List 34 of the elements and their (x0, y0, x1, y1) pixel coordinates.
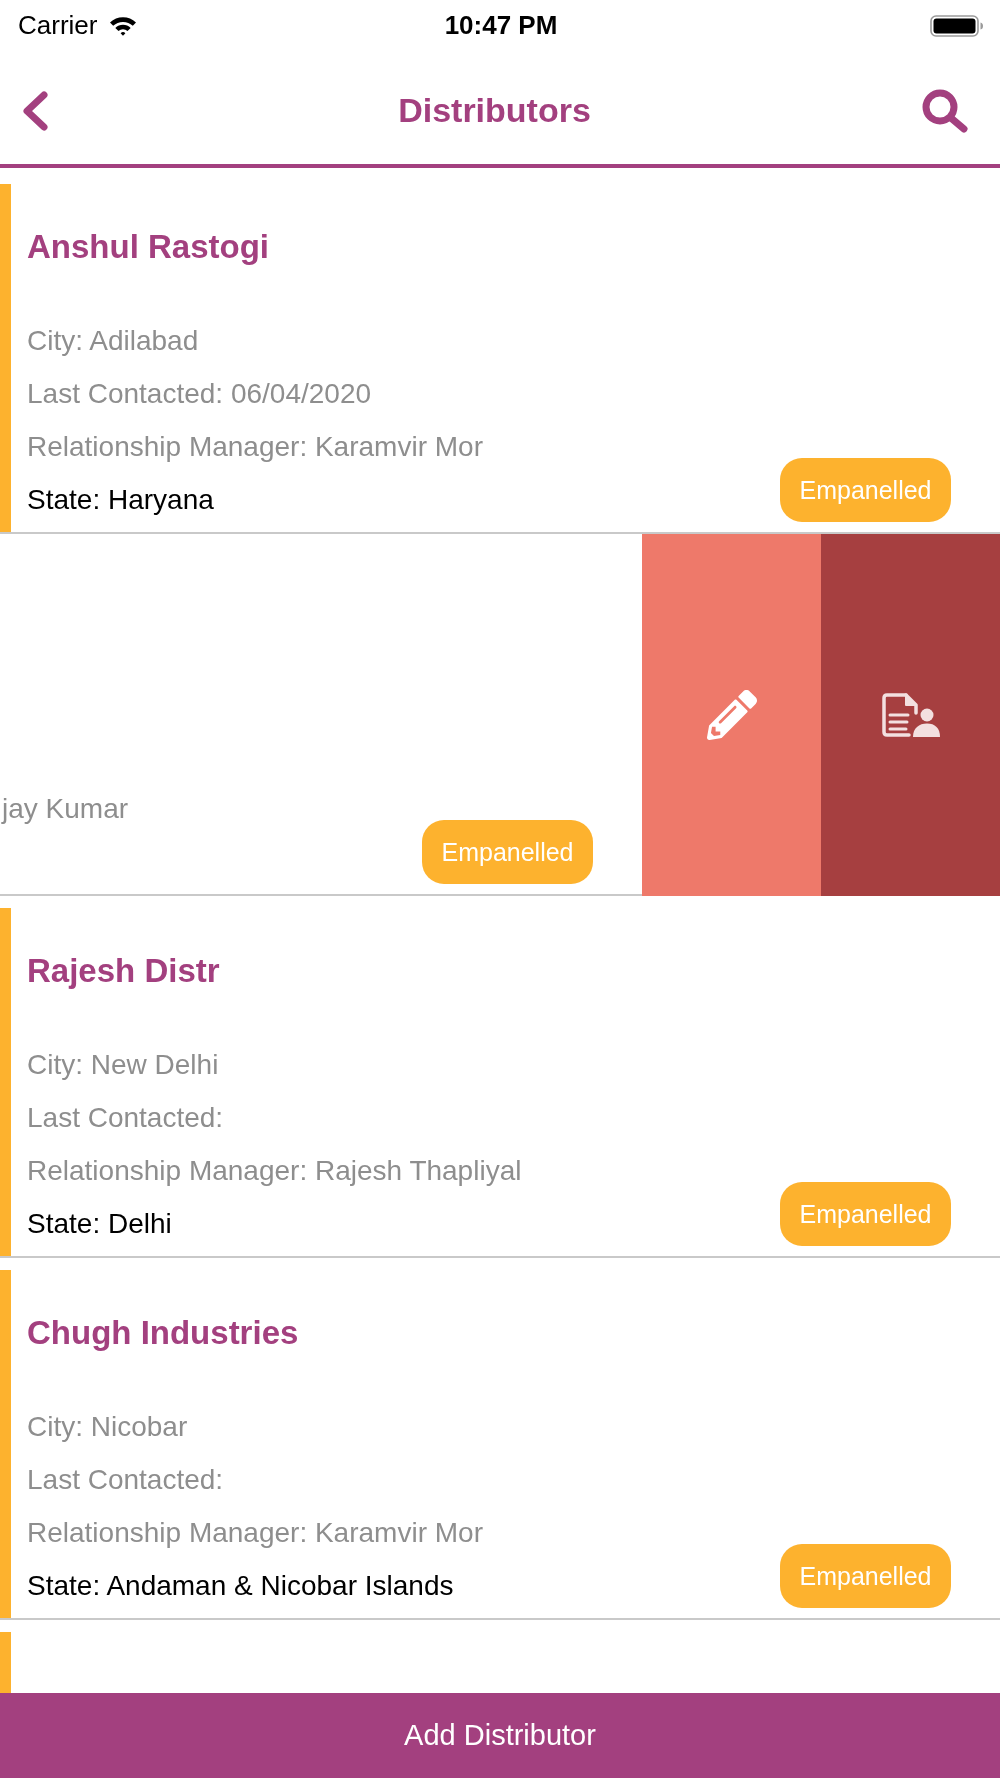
manager-text: jay Kumar (2, 792, 129, 826)
city-text: City: Adilabad (27, 324, 200, 358)
status-badge: Empanelled (780, 458, 951, 522)
state-text: State: Haryana (27, 483, 215, 517)
manager-text: Relationship Manager: Karamvir Mor (27, 430, 483, 464)
search-icon (921, 87, 969, 134)
edit-button[interactable] (642, 534, 821, 896)
search-button[interactable] (921, 87, 969, 134)
contact-button[interactable] (821, 534, 1000, 896)
manager-text: Relationship Manager: Karamvir Mor (27, 1516, 483, 1550)
city-text: City: New Delhi (27, 1048, 220, 1082)
carrier-name: Carrier (18, 10, 98, 41)
status-badge: Empanelled (780, 1544, 951, 1608)
battery-icon (930, 14, 984, 37)
manager-text: Relationship Manager: Rajesh Thapliyal (27, 1154, 522, 1188)
last-contacted-text: Last Contacted: (27, 1101, 225, 1135)
last-contacted-text: Last Contacted: (27, 1463, 225, 1497)
back-icon (20, 89, 50, 132)
state-text: State: Delhi (27, 1207, 173, 1241)
page-title: Distributors (398, 91, 591, 130)
document-person-icon (881, 693, 940, 737)
distributor-name: Rajesh Distr (27, 951, 221, 991)
distributor-name: Anshul Rastogi (27, 227, 270, 267)
status-time: 10:47 PM (444, 10, 558, 41)
distributor-name: Chugh Industries (27, 1313, 300, 1353)
status-badge: Empanelled (780, 1182, 951, 1246)
state-text: State: Andaman & Nicobar Islands (27, 1569, 455, 1603)
city-text: City: Nicobar (27, 1410, 189, 1444)
last-contacted-text: Last Contacted: 06/04/2020 (27, 377, 373, 411)
add-distributor-button[interactable]: Add Distributor (0, 1693, 1000, 1778)
pencil-icon (706, 690, 757, 740)
wifi-icon (109, 15, 138, 36)
back-button[interactable] (20, 89, 50, 132)
status-badge: Empanelled (422, 820, 593, 884)
